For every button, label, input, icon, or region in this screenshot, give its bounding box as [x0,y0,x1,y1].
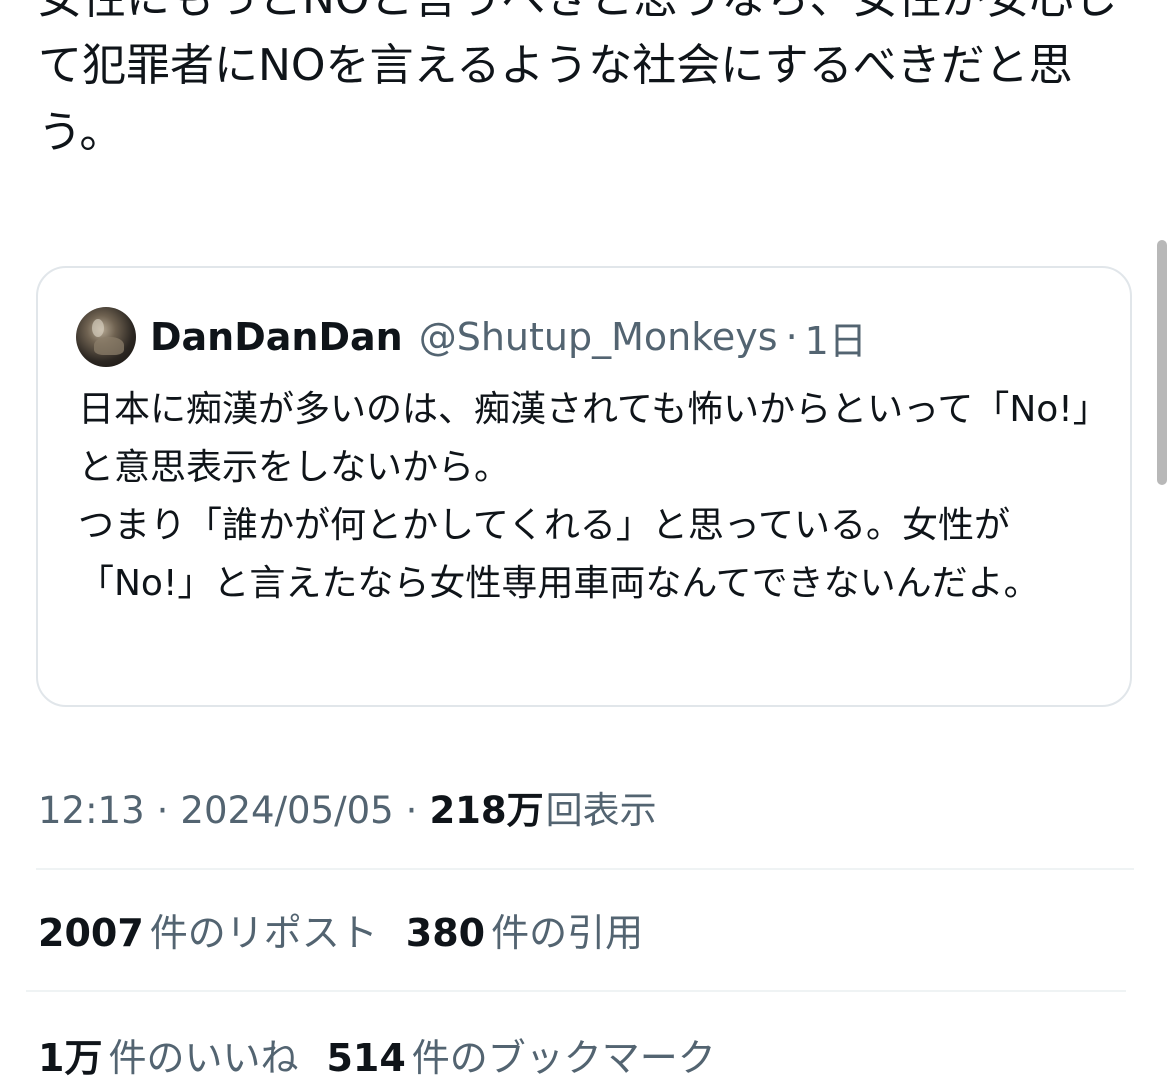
reposts-label: 件のリポスト [149,911,378,955]
reposts-stat[interactable]: 2007 件のリポスト [38,902,378,957]
avatar[interactable] [76,307,136,367]
likes-count: 1万 [38,1036,103,1080]
engagement-stats-row: 1万 件のいいね 514 件のブックマーク [38,1027,744,1081]
quoted-post-header: DanDanDan @Shutup_Monkeys · 1日 [76,306,867,368]
divider [36,868,1134,870]
divider [26,990,1126,992]
engagement-stats-row: 2007 件のリポスト 380 件の引用 [38,902,671,958]
bookmarks-stat[interactable]: 514 件のブックマーク [326,1027,715,1081]
quoted-post-card[interactable]: DanDanDan @Shutup_Monkeys · 1日 日本に痴漢が多いの… [36,266,1132,707]
bookmarks-count: 514 [326,1036,406,1080]
quotes-label: 件の引用 [491,911,644,955]
quoted-post-text: 日本に痴漢が多いのは、痴漢されても怖いからといって「No!」と意思表示をしないか… [78,389,1091,604]
quotes-stat[interactable]: 380 件の引用 [406,902,643,957]
post-detail-page: 女性にもっとNOと言うべきと思うなら、女性が安心して犯罪者にNOを言えるような社… [0,0,1170,1081]
view-label: 回表示 [545,789,657,832]
post-date[interactable]: 2024/05/05 [180,789,393,832]
quoted-post-time[interactable]: 1日 [805,310,867,365]
post-text: 女性にもっとNOと言うべきと思うなら、女性が安心して犯罪者にNOを言えるような社… [38,0,1118,158]
post-meta: 12:13 · 2024/05/05 · 218万 回表示 [38,780,657,832]
likes-stat[interactable]: 1万 件のいいね [38,1027,298,1081]
meta-separator: · [156,789,169,832]
header-separator: · [785,315,798,359]
scrollbar[interactable] [1154,0,1170,1081]
quoted-author-handle[interactable]: @Shutup_Monkeys [419,315,778,359]
scrollbar-thumb[interactable] [1157,240,1167,485]
bookmarks-label: 件のブックマーク [411,1036,716,1080]
post-time[interactable]: 12:13 [38,789,145,832]
reposts-count: 2007 [38,911,144,955]
likes-label: 件のいいね [108,1036,299,1080]
quoted-author-name[interactable]: DanDanDan [150,315,403,359]
view-count: 218万 [429,789,544,832]
meta-separator: · [405,789,418,832]
quotes-count: 380 [405,911,486,955]
